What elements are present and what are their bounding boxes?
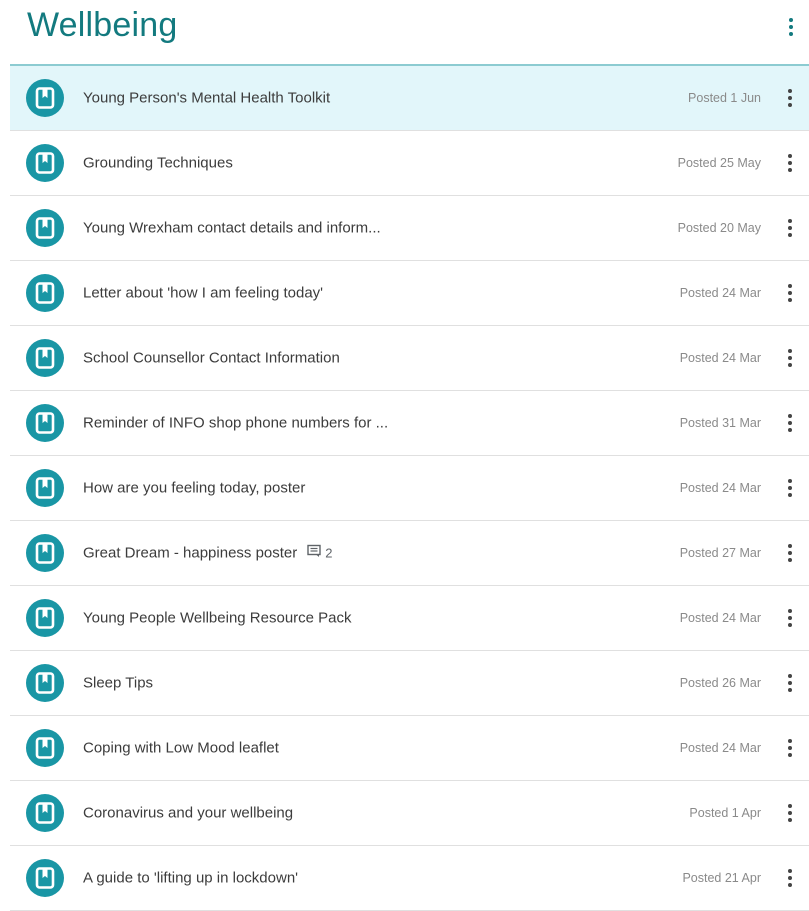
comment-count-value: 2 [325, 545, 333, 560]
list-item[interactable]: Sleep Tips Posted 26 Mar [10, 651, 809, 716]
item-title: Coronavirus and your wellbeing [83, 805, 293, 822]
posted-date: Posted 25 May [677, 156, 761, 170]
item-title: Letter about 'how I am feeling today' [83, 285, 323, 302]
item-title-text: Grounding Techniques [83, 154, 233, 172]
list-item[interactable]: Coronavirus and your wellbeing Posted 1 A… [10, 781, 809, 846]
list-item[interactable]: Young Person's Mental Health Toolkit Post… [10, 66, 809, 131]
material-icon [26, 859, 64, 897]
item-title: Great Dream - happiness poster 2 [83, 545, 333, 562]
material-icon [26, 79, 64, 117]
item-title: Young Wrexham contact details and inform… [83, 220, 381, 237]
item-title-text: Young Wrexham contact details and inform… [83, 219, 381, 237]
more-options-icon[interactable] [784, 475, 796, 501]
material-icon [26, 599, 64, 637]
more-options-icon[interactable] [784, 410, 796, 436]
item-title-text: School Counsellor Contact Information [83, 349, 340, 367]
item-title: School Counsellor Contact Information [83, 350, 340, 367]
classwork-list: Young Person's Mental Health Toolkit Post… [10, 66, 809, 911]
more-options-icon[interactable] [784, 280, 796, 306]
posted-date: Posted 24 Mar [679, 286, 761, 300]
topic-more-options-icon[interactable] [783, 14, 799, 40]
material-icon [26, 209, 64, 247]
more-options-icon[interactable] [784, 865, 796, 891]
item-title-text: Letter about 'how I am feeling today' [83, 284, 324, 302]
list-item[interactable]: A guide to 'lifting up in lockdown' Poste… [10, 846, 809, 911]
item-title: Reminder of INFO shop phone numbers for … [83, 415, 388, 432]
posted-date: Posted 20 May [677, 221, 761, 235]
material-icon [26, 794, 64, 832]
item-title: Young People Wellbeing Resource Pack [83, 610, 352, 627]
item-title-text: Young Person's Mental Health Toolkit [83, 89, 331, 107]
page-title: Wellbeing [27, 6, 178, 44]
posted-date: Posted 1 Jun [688, 91, 761, 105]
more-options-icon[interactable] [784, 735, 796, 761]
posted-date: Posted 31 Mar [679, 416, 761, 430]
material-icon [26, 469, 64, 507]
more-options-icon[interactable] [784, 215, 796, 241]
posted-date: Posted 24 Mar [679, 351, 761, 365]
more-options-icon[interactable] [784, 670, 796, 696]
material-icon [26, 534, 64, 572]
item-title-text: Coping with Low Mood leaflet [83, 739, 279, 757]
item-title: How are you feeling today, poster [83, 480, 305, 497]
more-options-icon[interactable] [784, 150, 796, 176]
item-title-text: A guide to 'lifting up in lockdown' [83, 869, 299, 887]
more-options-icon[interactable] [784, 540, 796, 566]
posted-date: Posted 24 Mar [679, 611, 761, 625]
posted-date: Posted 1 Apr [689, 806, 761, 820]
comment-icon [307, 544, 325, 561]
more-options-icon[interactable] [784, 605, 796, 631]
item-title: Grounding Techniques [83, 155, 233, 172]
list-item[interactable]: School Counsellor Contact Information Pos… [10, 326, 809, 391]
item-title: Coping with Low Mood leaflet [83, 740, 279, 757]
item-title-text: Great Dream - happiness poster [83, 544, 298, 562]
list-item[interactable]: Reminder of INFO shop phone numbers for … [10, 391, 809, 456]
item-title-text: Reminder of INFO shop phone numbers for … [83, 414, 389, 432]
item-title: Young Person's Mental Health Toolkit [83, 90, 330, 107]
item-title-text: How are you feeling today, poster [83, 479, 306, 497]
posted-date: Posted 27 Mar [679, 546, 761, 560]
material-icon [26, 144, 64, 182]
material-icon [26, 339, 64, 377]
list-item[interactable]: Letter about 'how I am feeling today' Pos… [10, 261, 809, 326]
more-options-icon[interactable] [784, 800, 796, 826]
list-item[interactable]: Young Wrexham contact details and inform… [10, 196, 809, 261]
list-item[interactable]: Grounding Techniques Posted 25 May [10, 131, 809, 196]
material-icon [26, 664, 64, 702]
item-title: A guide to 'lifting up in lockdown' [83, 870, 298, 887]
more-options-icon[interactable] [784, 345, 796, 371]
material-icon [26, 404, 64, 442]
comment-count: 2 [307, 544, 333, 561]
list-item[interactable]: How are you feeling today, poster Posted … [10, 456, 809, 521]
list-item[interactable]: Great Dream - happiness poster 2 Posted 27… [10, 521, 809, 586]
material-icon [26, 729, 64, 767]
item-title-text: Coronavirus and your wellbeing [83, 804, 294, 822]
more-options-icon[interactable] [784, 85, 796, 111]
posted-date: Posted 24 Mar [679, 481, 761, 495]
item-title-text: Sleep Tips [83, 674, 154, 692]
material-icon [26, 274, 64, 312]
list-item[interactable]: Young People Wellbeing Resource Pack Post… [10, 586, 809, 651]
posted-date: Posted 26 Mar [679, 676, 761, 690]
item-title: Sleep Tips [83, 675, 153, 692]
topic-header: Wellbeing [0, 0, 809, 64]
list-item[interactable]: Coping with Low Mood leaflet Posted 24 Ma… [10, 716, 809, 781]
item-title-text: Young People Wellbeing Resource Pack [83, 609, 352, 627]
posted-date: Posted 21 Apr [682, 871, 761, 885]
posted-date: Posted 24 Mar [679, 741, 761, 755]
